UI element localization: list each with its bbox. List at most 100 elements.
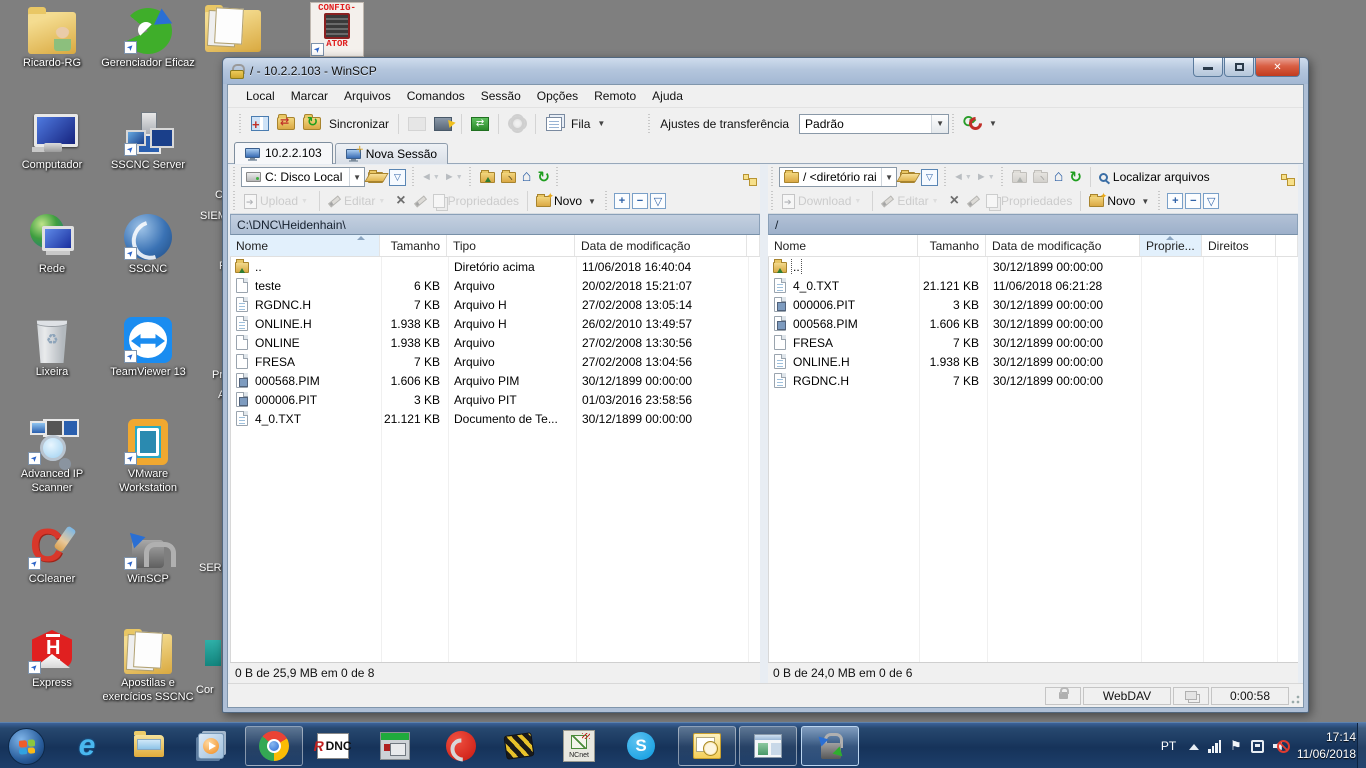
desktop-icon[interactable]: Lixeira [6, 317, 98, 380]
file-row[interactable]: 000006.PIT 3 KB 30/12/1899 00:00:00 [769, 295, 1298, 314]
desktop-icon[interactable]: WinSCP [100, 524, 196, 587]
find-files-button[interactable]: Localizar arquivos [1096, 170, 1213, 184]
transfer-settings-sync-button[interactable] [962, 114, 984, 134]
taskbar-windows-explorer[interactable] [126, 726, 172, 766]
file-row[interactable]: ONLINE.H 1.938 KB Arquivo H 26/02/2010 1… [231, 314, 760, 333]
file-row[interactable]: .. 30/12/1899 00:00:00 [769, 257, 1298, 276]
menu-item[interactable]: Remoto [586, 87, 644, 105]
root-directory-button[interactable] [1030, 172, 1051, 183]
transfer-button[interactable]: ⇄ [469, 114, 491, 134]
taskbar-clock[interactable]: 17:14 11/06/2018 [1297, 729, 1356, 763]
protocol-cell[interactable]: WebDAV [1083, 687, 1171, 705]
edit-button[interactable]: Editar▼ [325, 194, 391, 208]
open-directory-button[interactable] [365, 172, 386, 183]
toolbar-grip[interactable] [469, 167, 474, 187]
console-button[interactable] [406, 114, 428, 134]
toolbar-grip[interactable] [952, 114, 957, 134]
back-icon[interactable]: ◄ [421, 171, 432, 183]
column-header-date[interactable]: Data de modificação [575, 235, 747, 256]
column-header-type[interactable]: Tipo [447, 235, 575, 256]
taskbar-ncnet[interactable]: NCnet [556, 726, 602, 766]
start-button[interactable] [8, 728, 45, 765]
column-header-name[interactable]: Nome [230, 235, 380, 256]
minimize-button[interactable]: ▬ [1193, 58, 1223, 77]
filter-button[interactable]: ▽ [918, 169, 941, 186]
desktop-icon[interactable]: VMware Workstation [100, 419, 196, 496]
language-indicator[interactable]: PT [1157, 739, 1180, 753]
toolbar-grip[interactable] [412, 167, 417, 187]
chevron-down-icon[interactable]: ▼ [931, 115, 948, 133]
installer-tray-icon[interactable] [1251, 740, 1264, 753]
column-header-size[interactable]: Tamanho [380, 235, 447, 256]
download-button[interactable]: Download▼ [779, 194, 867, 209]
home-directory-button[interactable]: ⌂ [519, 169, 535, 185]
forward-icon[interactable]: ► [976, 171, 987, 183]
column-header-rights[interactable]: Direitos [1202, 235, 1276, 256]
remote-path-bar[interactable]: / [768, 214, 1298, 235]
taskbar-skype[interactable]: S [618, 726, 664, 766]
desktop-icon[interactable]: Advanced IP Scanner [6, 419, 98, 496]
file-row[interactable]: RGDNC.H 7 KB 30/12/1899 00:00:00 [769, 371, 1298, 390]
session-tab-active[interactable]: 10.2.2.103 [234, 142, 333, 164]
taskbar-outlook[interactable] [678, 726, 736, 766]
desktop-icon[interactable]: Ricardo-RG [6, 8, 98, 71]
transfer-settings-combobox[interactable]: Padrão ▼ [799, 114, 949, 134]
file-row[interactable]: FRESA 7 KB 30/12/1899 00:00:00 [769, 333, 1298, 352]
desktop-icon[interactable]: Express [6, 628, 98, 691]
local-drive-combobox[interactable]: C: Disco Local ▼ [241, 167, 365, 187]
title-bar[interactable]: / - 10.2.2.103 - WinSCP ▬ ✕ [223, 58, 1308, 84]
unselect-files-button[interactable]: − [632, 193, 648, 209]
desktop-icon[interactable]: TeamViewer 13 [100, 317, 196, 380]
file-row[interactable]: 000568.PIM 1.606 KB 30/12/1899 00:00:00 [769, 314, 1298, 333]
chevron-down-icon[interactable]: ▼ [988, 174, 995, 181]
toolbar-grip[interactable] [556, 167, 561, 187]
column-header-name[interactable]: Nome [768, 235, 918, 256]
file-row[interactable]: 4_0.TXT 21.121 KB 11/06/2018 06:21:28 [769, 276, 1298, 295]
desktop-icon[interactable]: Gerenciador Eficaz [100, 8, 196, 71]
column-header-date[interactable]: Data de modificação [986, 235, 1140, 256]
desktop-icon[interactable]: Computador [6, 110, 98, 173]
menu-item[interactable]: Opções [529, 87, 586, 105]
queue-button[interactable] [543, 114, 565, 134]
taskbar-rgdnc[interactable]: RDNC [310, 726, 356, 766]
toolbar-grip[interactable] [1158, 191, 1163, 211]
taskbar-red-app[interactable] [438, 726, 484, 766]
rename-button[interactable] [964, 199, 983, 204]
preferences-button[interactable] [506, 114, 528, 134]
close-button[interactable]: ✕ [1255, 58, 1300, 77]
file-row[interactable]: ONLINE 1.938 KB Arquivo 27/02/2008 13:30… [231, 333, 760, 352]
toolbar-grip[interactable] [944, 167, 949, 187]
chevron-down-icon[interactable]: ▼ [881, 168, 896, 186]
selection-filter-button[interactable]: ▽ [1203, 193, 1219, 209]
desktop-icon[interactable]: CCleaner [6, 524, 98, 587]
taskbar-chrome[interactable] [245, 726, 303, 766]
menu-item[interactable]: Arquivos [336, 87, 399, 105]
column-header-owner[interactable]: Proprie... [1140, 235, 1202, 256]
muted-speaker-icon[interactable] [1273, 739, 1288, 753]
synchronize-label[interactable]: Sincronizar [329, 117, 389, 131]
toolbar-grip[interactable] [648, 114, 653, 134]
filter-button[interactable]: ▽ [386, 169, 409, 186]
local-path-bar[interactable]: C:\DNC\Heidenhain\ [230, 214, 760, 235]
toolbar-grip[interactable] [1001, 167, 1006, 187]
new-button[interactable]: Novo▼ [1086, 194, 1155, 208]
selection-filter-button[interactable]: ▽ [650, 193, 666, 209]
toolbar-grip[interactable] [605, 191, 610, 211]
menu-item[interactable]: Ajuda [644, 87, 691, 105]
taskbar-internet-explorer[interactable]: e [64, 726, 110, 766]
chevron-down-icon[interactable]: ▼ [989, 119, 997, 128]
desktop-icon[interactable]: Rede [6, 214, 98, 277]
file-row[interactable]: ONLINE.H 1.938 KB 30/12/1899 00:00:00 [769, 352, 1298, 371]
open-directory-button[interactable] [897, 172, 918, 183]
file-row[interactable]: 4_0.TXT 21.121 KB Documento de Te... 30/… [231, 409, 760, 428]
desktop-icon[interactable]: Apostilas e exercícios SSCNC [100, 628, 196, 705]
desktop-icon[interactable]: SSCNC [100, 214, 196, 277]
taskbar-document-window[interactable] [739, 726, 797, 766]
new-button[interactable]: Novo▼ [533, 194, 602, 208]
toolbar-grip[interactable] [771, 167, 776, 187]
file-row[interactable]: .. Diretório acima 11/06/2018 16:40:04 [231, 257, 760, 276]
menu-item[interactable]: Comandos [399, 87, 473, 105]
remote-directory-combobox[interactable]: / <diretório rai ▼ [779, 167, 897, 187]
parent-directory-button[interactable] [477, 172, 498, 183]
chevron-down-icon[interactable]: ▼ [433, 174, 440, 181]
